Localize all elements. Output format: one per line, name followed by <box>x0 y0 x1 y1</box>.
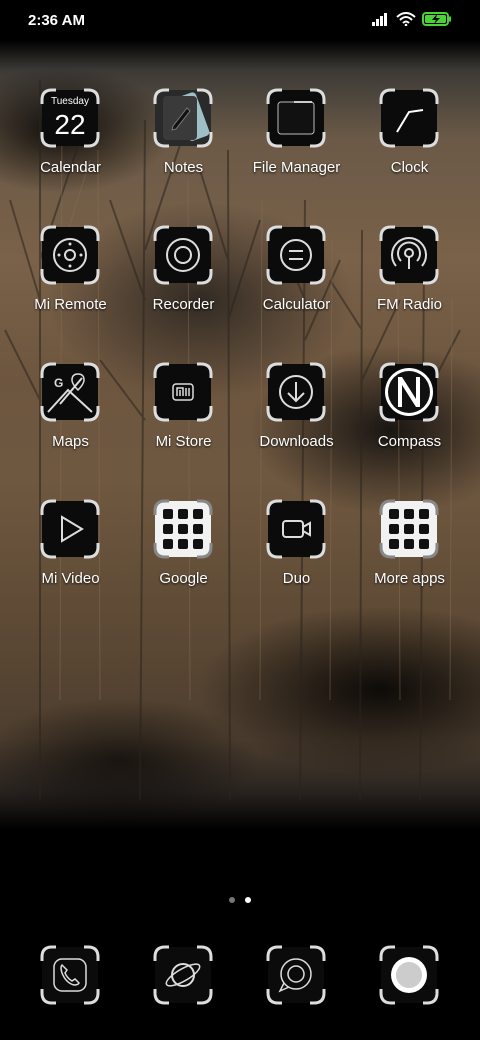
app-notes[interactable]: Notes <box>127 86 240 206</box>
app-label: Clock <box>390 159 429 176</box>
phone-icon[interactable] <box>38 943 102 1007</box>
calendar-icon[interactable]: Tuesday 22 <box>38 86 102 150</box>
mi-store-icon[interactable] <box>151 360 215 424</box>
app-calendar[interactable]: Tuesday 22 Calendar <box>14 86 127 206</box>
radio-icon[interactable] <box>377 223 441 287</box>
camera-icon[interactable] <box>377 943 441 1007</box>
play-icon[interactable] <box>38 497 102 561</box>
app-file-manager[interactable]: File Manager <box>240 86 353 206</box>
svg-text:G: G <box>54 376 63 390</box>
app-label: Mi Store <box>155 433 212 450</box>
app-label: Calendar <box>40 159 101 176</box>
folder-grid-icon[interactable] <box>377 497 441 561</box>
app-mi-video[interactable]: Mi Video <box>14 497 127 617</box>
video-camera-icon[interactable] <box>264 497 328 561</box>
calendar-day: 22 <box>54 109 85 140</box>
maps-icon[interactable]: G <box>38 360 102 424</box>
app-maps[interactable]: G Maps <box>14 360 127 480</box>
signal-icon <box>372 13 387 26</box>
page-dot-1[interactable] <box>229 897 235 903</box>
folder-grid-icon[interactable] <box>151 497 215 561</box>
app-label: Mi Video <box>41 570 100 587</box>
messages-icon[interactable] <box>264 943 328 1007</box>
download-icon[interactable] <box>264 360 328 424</box>
app-duo[interactable]: Duo <box>240 497 353 617</box>
app-mi-store[interactable]: Mi Store <box>127 360 240 480</box>
app-label: Calculator <box>262 296 331 313</box>
app-recorder[interactable]: Recorder <box>127 223 240 343</box>
folder-google[interactable]: Google <box>127 497 240 617</box>
app-label: Duo <box>282 570 311 587</box>
app-downloads[interactable]: Downloads <box>240 360 353 480</box>
app-clock[interactable]: Clock <box>353 86 466 206</box>
app-label: Google <box>159 570 208 587</box>
app-label: Compass <box>377 433 442 450</box>
status-bar: 2:36 AM <box>0 0 480 44</box>
app-label: Downloads <box>259 433 334 450</box>
folder-more-apps[interactable]: More apps <box>353 497 466 617</box>
app-label: More apps <box>374 570 445 587</box>
app-label: File Manager <box>252 159 341 176</box>
app-fm-radio[interactable]: FM Radio <box>353 223 466 343</box>
status-icons <box>372 12 452 26</box>
app-label: Mi Remote <box>34 296 107 313</box>
calendar-weekday: Tuesday <box>51 96 89 107</box>
calculator-icon[interactable] <box>264 223 328 287</box>
page-indicator <box>0 897 480 907</box>
battery-charging-icon <box>422 12 451 26</box>
folder-icon[interactable] <box>264 86 328 150</box>
app-calculator[interactable]: Calculator <box>240 223 353 343</box>
notes-icon[interactable] <box>151 86 215 150</box>
recorder-icon[interactable] <box>151 223 215 287</box>
page-dot-2-active[interactable] <box>245 897 251 903</box>
remote-icon[interactable] <box>38 223 102 287</box>
app-label: Notes <box>163 159 204 176</box>
wifi-icon <box>396 12 416 26</box>
app-label: FM Radio <box>376 296 443 313</box>
clock-icon[interactable] <box>377 86 441 150</box>
app-compass[interactable]: Compass <box>353 360 466 480</box>
browser-planet-icon[interactable] <box>151 943 215 1007</box>
app-mi-remote[interactable]: Mi Remote <box>14 223 127 343</box>
status-time: 2:36 AM <box>28 12 85 29</box>
compass-icon[interactable] <box>377 360 441 424</box>
app-label: Recorder <box>152 296 215 313</box>
app-label: Maps <box>52 433 89 450</box>
dock <box>0 943 480 1007</box>
